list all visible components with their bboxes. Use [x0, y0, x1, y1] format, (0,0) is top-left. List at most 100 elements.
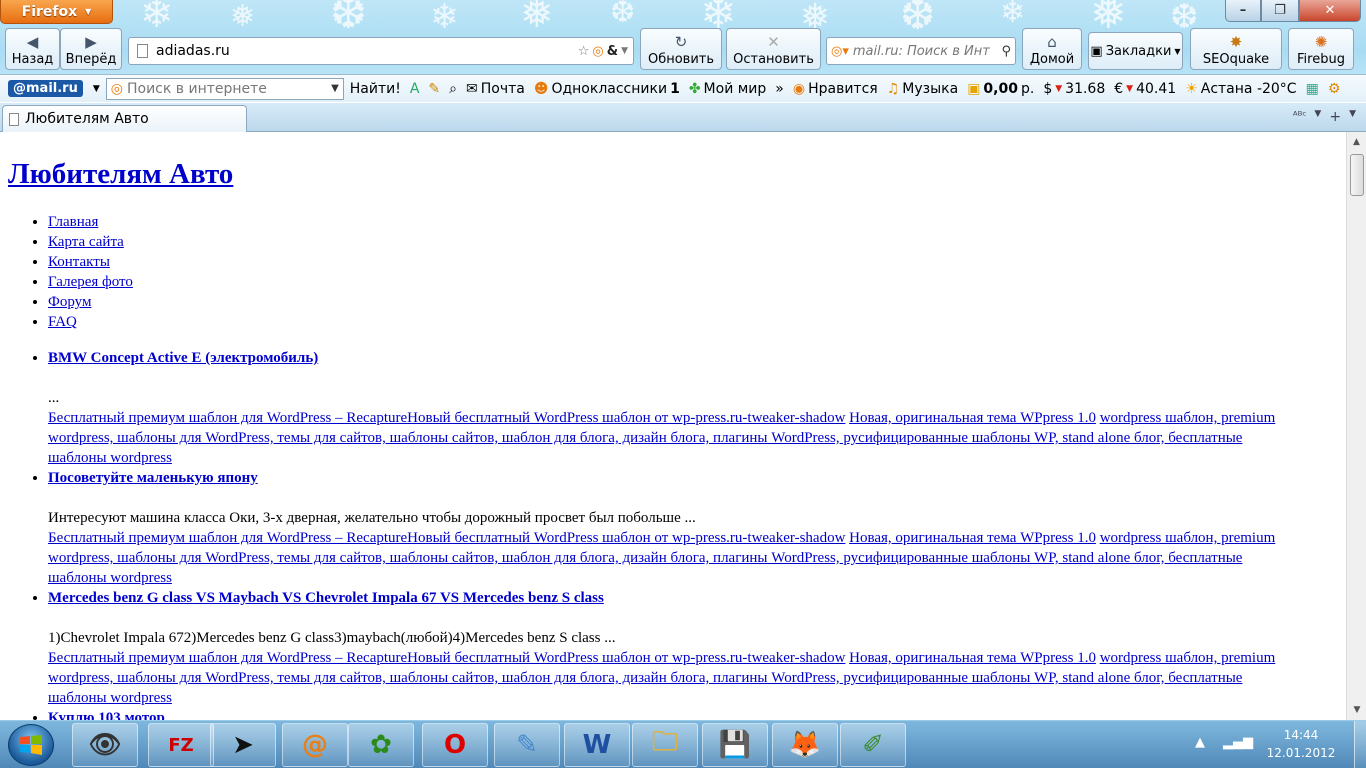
eur-rate[interactable]: € ▼ 40.41: [1114, 81, 1176, 97]
find-button[interactable]: Найти!: [350, 81, 401, 97]
taskbar-app-filezilla[interactable]: FZ: [148, 723, 214, 767]
post-related-link[interactable]: Бесплатный премиум шаблон для WordPress …: [48, 530, 845, 546]
home-button[interactable]: ⌂ Домой: [1022, 28, 1082, 70]
network-icon[interactable]: ▂▄▆: [1223, 735, 1253, 750]
clock[interactable]: 14:44 12.01.2012: [1262, 726, 1340, 762]
opera-icon: O: [443, 730, 467, 760]
menu-link[interactable]: Галерея фото: [48, 274, 133, 290]
system-tray: ▲ ▂▄▆: [1195, 735, 1253, 750]
post-item: Куплю 103 мотор: [48, 708, 1290, 720]
post-title-link[interactable]: BMW Concept Active E (электромобиль): [48, 350, 318, 366]
menu-item: FAQ: [48, 312, 1346, 332]
map-icon[interactable]: ▦: [1306, 81, 1319, 97]
reload-button[interactable]: ↻ Обновить: [640, 28, 722, 70]
firefox-icon: 🦊: [788, 730, 822, 760]
post-title-link[interactable]: Куплю 103 мотор: [48, 710, 165, 720]
firebug-icon: ✺: [1314, 33, 1328, 51]
bookmarks-button[interactable]: ▣ Закладки ▼: [1088, 32, 1183, 70]
balance-widget[interactable]: ▣ 0,00 р.: [967, 81, 1034, 97]
chevron-down-icon[interactable]: ▼: [621, 46, 628, 56]
mailru-search-input[interactable]: ◎ Поиск в интернете ▼: [105, 77, 344, 100]
home-icon: ⌂: [1047, 33, 1057, 51]
chevron-down-icon[interactable]: ▼: [1349, 109, 1356, 125]
mail-link[interactable]: ✉ Почта: [466, 81, 525, 97]
usd-rate[interactable]: $ ▼ 31.68: [1043, 81, 1105, 97]
taskbar-app-save[interactable]: 💾: [702, 723, 768, 767]
post-related-link[interactable]: Бесплатный премиум шаблон для WordPress …: [48, 410, 845, 426]
taskbar-app-eye[interactable]: 👁: [72, 723, 138, 767]
start-button[interactable]: [8, 724, 54, 766]
menu-link[interactable]: FAQ: [48, 314, 77, 330]
scroll-down-icon[interactable]: ▼: [1347, 700, 1366, 720]
clock-date: 12.01.2012: [1266, 746, 1336, 760]
moi-mir-label: Мой мир: [703, 80, 767, 97]
show-desktop-button[interactable]: [1354, 721, 1366, 768]
weather-widget[interactable]: ☀ Астана -20°C: [1185, 81, 1296, 97]
snowflake-decoration: ❆: [610, 0, 636, 30]
search-input[interactable]: ◎▾ mail.ru: Поиск в Инт ⚲: [826, 37, 1016, 65]
menu-link[interactable]: Контакты: [48, 254, 110, 270]
bookmark-star-icon[interactable]: ☆: [578, 44, 590, 59]
menu-link[interactable]: Главная: [48, 214, 98, 230]
firefox-menu-button[interactable]: Firefox ▼: [0, 0, 113, 24]
taskbar-app-cursor[interactable]: ➤: [210, 723, 276, 767]
taskbar-app-notepad-plus[interactable]: ✐: [840, 723, 906, 767]
ampersand-icon[interactable]: &: [607, 44, 618, 59]
more-chevron[interactable]: »: [775, 81, 784, 97]
scroll-up-icon[interactable]: ▲: [1347, 132, 1366, 152]
tab-active[interactable]: Любителям Авто: [2, 105, 247, 132]
tray-expand-icon[interactable]: ▲: [1195, 735, 1205, 750]
seoquake-button[interactable]: ✸ SEOquake: [1190, 28, 1282, 70]
home-label: Домой: [1029, 52, 1075, 67]
post-list: BMW Concept Active E (электромобиль)... Б…: [48, 348, 1346, 720]
firebug-button[interactable]: ✺ Firebug: [1288, 28, 1354, 70]
music-link[interactable]: ♫ Музыка: [887, 81, 958, 97]
minimize-button[interactable]: –: [1225, 0, 1261, 22]
menu-link[interactable]: Форум: [48, 294, 91, 310]
taskbar-app-mail-agent[interactable]: @: [282, 723, 348, 767]
site-title-link[interactable]: Любителям Авто: [8, 158, 233, 190]
taskbar-app-explorer[interactable]: 🗀: [632, 723, 698, 767]
spellcheck-icon[interactable]: ᴬᴮᶜ: [1293, 109, 1307, 125]
vertical-scrollbar[interactable]: ▲ ▼: [1346, 132, 1366, 720]
taskbar-app-opera[interactable]: O: [422, 723, 488, 767]
taskbar-app-word[interactable]: W: [564, 723, 630, 767]
post-related-link[interactable]: Бесплатный премиум шаблон для WordPress …: [48, 650, 845, 666]
taskbar-app-firefox[interactable]: 🦊: [772, 723, 838, 767]
scrollbar-thumb[interactable]: [1350, 154, 1364, 196]
like-link[interactable]: ◉ Нравится: [793, 81, 878, 97]
new-tab-icon[interactable]: +: [1329, 109, 1341, 125]
chevron-down-icon[interactable]: ▼: [1314, 109, 1321, 125]
cursor-icon: ➤: [232, 730, 254, 760]
post-title-link[interactable]: Mercedes benz G class VS Maybach VS Chev…: [48, 590, 604, 606]
chevron-down-icon[interactable]: ▼: [331, 83, 343, 94]
back-button[interactable]: ◀ Назад: [5, 28, 60, 70]
highlight-icon[interactable]: ✎: [428, 81, 440, 97]
tab-controls: ᴬᴮᶜ ▼ + ▼: [1293, 109, 1356, 125]
odnoklassniki-link[interactable]: ☻ Одноклассники 1: [534, 81, 680, 97]
forward-button[interactable]: ▶ Вперёд: [60, 28, 122, 70]
search-engine-icon[interactable]: ◎▾: [831, 44, 849, 59]
close-button[interactable]: ✕: [1299, 0, 1361, 22]
mailru-logo[interactable]: @mail.ru: [8, 80, 83, 97]
moi-mir-link[interactable]: ✤ Мой мир: [689, 81, 766, 97]
search-icon[interactable]: ⚲: [997, 43, 1015, 59]
taskbar-app-notepad[interactable]: ✎: [494, 723, 560, 767]
settings-icon[interactable]: ⚙: [1328, 81, 1341, 97]
post-related-link[interactable]: Новая, оригинальная тема WPpress 1.0: [849, 530, 1096, 546]
post-title-link[interactable]: Посоветуйте маленькую япону: [48, 470, 258, 486]
search-addon-icon[interactable]: ◎: [592, 44, 603, 59]
url-bar[interactable]: adiadas.ru ☆ ◎ & ▼: [128, 37, 634, 65]
stop-button[interactable]: ✕ Остановить: [726, 28, 821, 70]
menu-link[interactable]: Карта сайта: [48, 234, 124, 250]
usd-value: 31.68: [1065, 80, 1106, 97]
find-in-page-icon[interactable]: ⌕: [449, 81, 457, 97]
chevron-down-icon[interactable]: ▼: [93, 84, 100, 94]
menu-item: Контакты: [48, 252, 1346, 272]
taskbar-app-icq[interactable]: ✿: [348, 723, 414, 767]
font-size-icon[interactable]: A: [410, 81, 420, 97]
maximize-button[interactable]: ❐: [1261, 0, 1299, 22]
post-related-link[interactable]: Новая, оригинальная тема WPpress 1.0: [849, 410, 1096, 426]
post-related-link[interactable]: Новая, оригинальная тема WPpress 1.0: [849, 650, 1096, 666]
bookmarks-icon: ▣: [1090, 43, 1103, 59]
